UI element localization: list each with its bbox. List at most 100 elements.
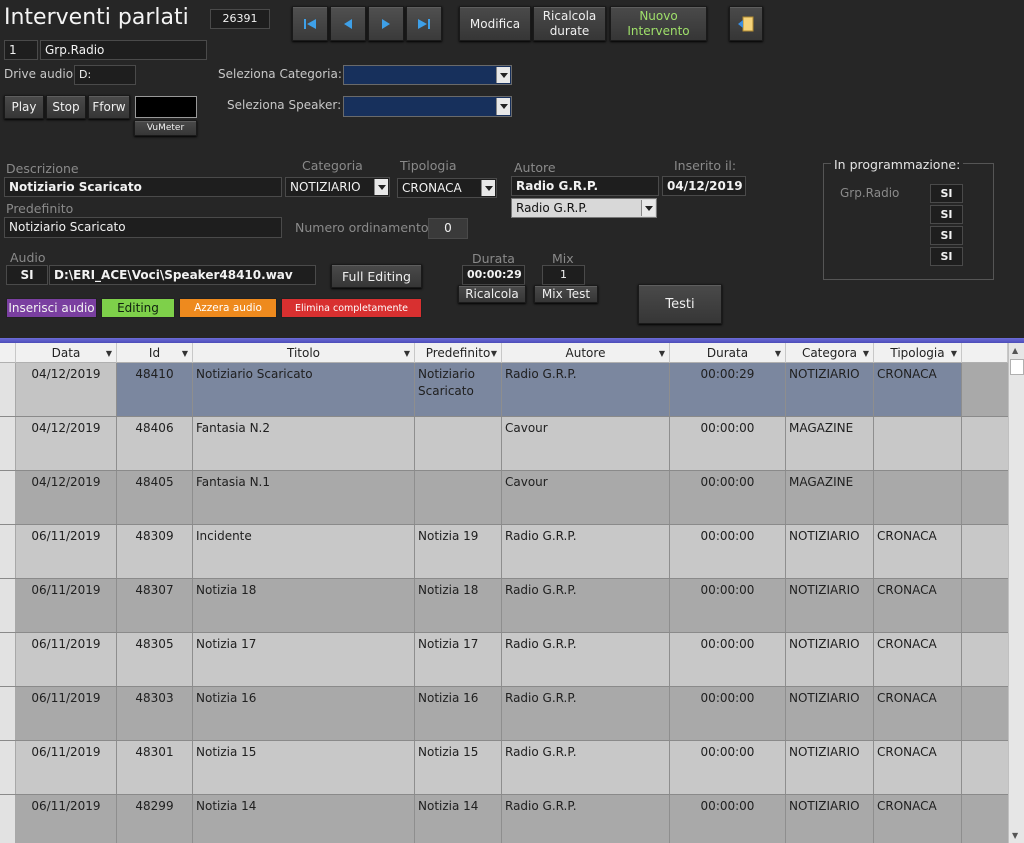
cell-titolo[interactable]: Notizia 17 xyxy=(193,633,415,686)
table-row[interactable]: 04/12/2019 48405 Fantasia N.1 Cavour 00:00:0… xyxy=(0,471,1008,525)
column-header-autore[interactable]: Autore ▼ xyxy=(502,343,670,363)
stop-button[interactable]: Stop xyxy=(46,95,86,119)
cell-autore[interactable]: Radio G.R.P. xyxy=(502,633,670,686)
cell-titolo[interactable]: Incidente xyxy=(193,525,415,578)
cell-durata[interactable]: 00:00:00 xyxy=(670,741,786,794)
column-header-tipologia[interactable]: Tipologia ▼ xyxy=(874,343,962,363)
cell-autore[interactable]: Radio G.R.P. xyxy=(502,687,670,740)
mix-test-button[interactable]: Mix Test xyxy=(534,285,598,303)
cell-data[interactable]: 06/11/2019 xyxy=(16,579,117,632)
table-row[interactable]: 04/12/2019 48406 Fantasia N.2 Cavour 00:00:0… xyxy=(0,417,1008,471)
group-number-field[interactable]: 1 xyxy=(4,40,38,60)
tipologia-select[interactable]: CRONACA xyxy=(397,178,497,198)
cell-tipologia[interactable]: CRONACA xyxy=(874,579,962,632)
cell-titolo[interactable]: Notizia 15 xyxy=(193,741,415,794)
cell-durata[interactable]: 00:00:00 xyxy=(670,417,786,470)
cell-autore[interactable]: Radio G.R.P. xyxy=(502,363,670,416)
ricalcola-durate-button[interactable]: Ricalcola durate xyxy=(533,6,606,41)
row-selector[interactable] xyxy=(0,579,16,632)
cell-predefinito[interactable]: Notizia 15 xyxy=(415,741,502,794)
cell-predefinito[interactable]: Notizia 17 xyxy=(415,633,502,686)
cell-tipologia[interactable]: CRONACA xyxy=(874,795,962,843)
cell-titolo[interactable]: Fantasia N.1 xyxy=(193,471,415,524)
elimina-completamente-button[interactable]: Elimina completamente xyxy=(281,298,422,318)
descrizione-field[interactable]: Notiziario Scaricato xyxy=(4,177,282,197)
row-selector[interactable] xyxy=(0,525,16,578)
categoria-filter-select[interactable] xyxy=(343,65,512,85)
cell-tipologia[interactable]: CRONACA xyxy=(874,633,962,686)
row-selector[interactable] xyxy=(0,417,16,470)
cell-data[interactable]: 06/11/2019 xyxy=(16,687,117,740)
cell-categora[interactable]: NOTIZIARIO xyxy=(786,687,874,740)
cell-id[interactable]: 48410 xyxy=(117,363,193,416)
cell-predefinito[interactable] xyxy=(415,417,502,470)
table-row[interactable]: 06/11/2019 48305 Notizia 17 Notizia 17 Radio… xyxy=(0,633,1008,687)
scroll-thumb[interactable] xyxy=(1010,359,1024,375)
cell-tipologia[interactable] xyxy=(874,417,962,470)
cell-durata[interactable]: 00:00:29 xyxy=(670,363,786,416)
cell-predefinito[interactable]: Notizia 18 xyxy=(415,579,502,632)
column-header-categora[interactable]: Categora ▼ xyxy=(786,343,874,363)
next-record-button[interactable] xyxy=(368,6,404,41)
fforw-button[interactable]: Fforw xyxy=(88,95,130,119)
table-row[interactable]: 06/11/2019 48309 Incidente Notizia 19 Radio … xyxy=(0,525,1008,579)
cell-categora[interactable]: NOTIZIARIO xyxy=(786,633,874,686)
cell-data[interactable]: 06/11/2019 xyxy=(16,633,117,686)
audio-path-field[interactable]: D:\ERI_ACE\Voci\Speaker48410.wav xyxy=(49,265,316,285)
predefinito-field[interactable]: Notiziario Scaricato xyxy=(4,217,282,238)
cell-durata[interactable]: 00:00:00 xyxy=(670,795,786,843)
cell-durata[interactable]: 00:00:00 xyxy=(670,633,786,686)
cell-tipologia[interactable]: CRONACA xyxy=(874,363,962,416)
cell-data[interactable]: 04/12/2019 xyxy=(16,363,117,416)
chevron-down-icon[interactable] xyxy=(496,98,510,115)
previous-record-button[interactable] xyxy=(330,6,366,41)
cell-id[interactable]: 48307 xyxy=(117,579,193,632)
cell-data[interactable]: 06/11/2019 xyxy=(16,741,117,794)
cell-autore[interactable]: Cavour xyxy=(502,417,670,470)
cell-durata[interactable]: 00:00:00 xyxy=(670,471,786,524)
column-header-data[interactable]: Data ▼ xyxy=(16,343,117,363)
cell-autore[interactable]: Cavour xyxy=(502,471,670,524)
column-header-predefinito[interactable]: Predefinito ▼ xyxy=(415,343,502,363)
first-record-button[interactable] xyxy=(292,6,328,41)
scroll-down-icon[interactable]: ▼ xyxy=(1012,831,1018,840)
cell-id[interactable]: 48405 xyxy=(117,471,193,524)
vertical-scrollbar[interactable]: ▲ ▼ xyxy=(1008,343,1024,843)
cell-data[interactable]: 06/11/2019 xyxy=(16,525,117,578)
row-selector[interactable] xyxy=(0,471,16,524)
cell-titolo[interactable]: Notizia 14 xyxy=(193,795,415,843)
column-header-durata[interactable]: Durata ▼ xyxy=(670,343,786,363)
editing-button[interactable]: Editing xyxy=(101,298,175,318)
full-editing-button[interactable]: Full Editing xyxy=(331,264,422,288)
cell-predefinito[interactable]: Notizia 14 xyxy=(415,795,502,843)
cell-predefinito[interactable]: Notizia 19 xyxy=(415,525,502,578)
grid-corner[interactable] xyxy=(0,343,16,363)
table-row[interactable]: 06/11/2019 48299 Notizia 14 Notizia 14 Radio… xyxy=(0,795,1008,843)
cell-predefinito[interactable]: Notiziario Scaricato xyxy=(415,363,502,416)
column-header-id[interactable]: Id ▼ xyxy=(117,343,193,363)
cell-predefinito[interactable]: Notizia 16 xyxy=(415,687,502,740)
cell-tipologia[interactable]: CRONACA xyxy=(874,741,962,794)
cell-autore[interactable]: Radio G.R.P. xyxy=(502,579,670,632)
testi-button[interactable]: Testi xyxy=(638,284,722,324)
cell-data[interactable]: 04/12/2019 xyxy=(16,417,117,470)
row-selector[interactable] xyxy=(0,795,16,843)
numero-ordinamento-field[interactable]: 0 xyxy=(428,218,468,239)
mix-field[interactable]: 1 xyxy=(542,265,585,285)
cell-categora[interactable]: NOTIZIARIO xyxy=(786,741,874,794)
cell-autore[interactable]: Radio G.R.P. xyxy=(502,525,670,578)
exit-button[interactable] xyxy=(729,6,763,41)
cell-id[interactable]: 48309 xyxy=(117,525,193,578)
cell-durata[interactable]: 00:00:00 xyxy=(670,687,786,740)
table-row[interactable]: 04/12/2019 48410 Notiziario Scaricato Notiz… xyxy=(0,363,1008,417)
cell-id[interactable]: 48299 xyxy=(117,795,193,843)
cell-predefinito[interactable] xyxy=(415,471,502,524)
cell-categora[interactable]: NOTIZIARIO xyxy=(786,795,874,843)
cell-tipologia[interactable] xyxy=(874,471,962,524)
chevron-down-icon[interactable] xyxy=(374,179,388,195)
cell-categora[interactable]: NOTIZIARIO xyxy=(786,525,874,578)
azzera-audio-button[interactable]: Azzera audio xyxy=(179,298,277,318)
cell-data[interactable]: 04/12/2019 xyxy=(16,471,117,524)
cell-tipologia[interactable]: CRONACA xyxy=(874,687,962,740)
chevron-down-icon[interactable] xyxy=(641,200,655,216)
